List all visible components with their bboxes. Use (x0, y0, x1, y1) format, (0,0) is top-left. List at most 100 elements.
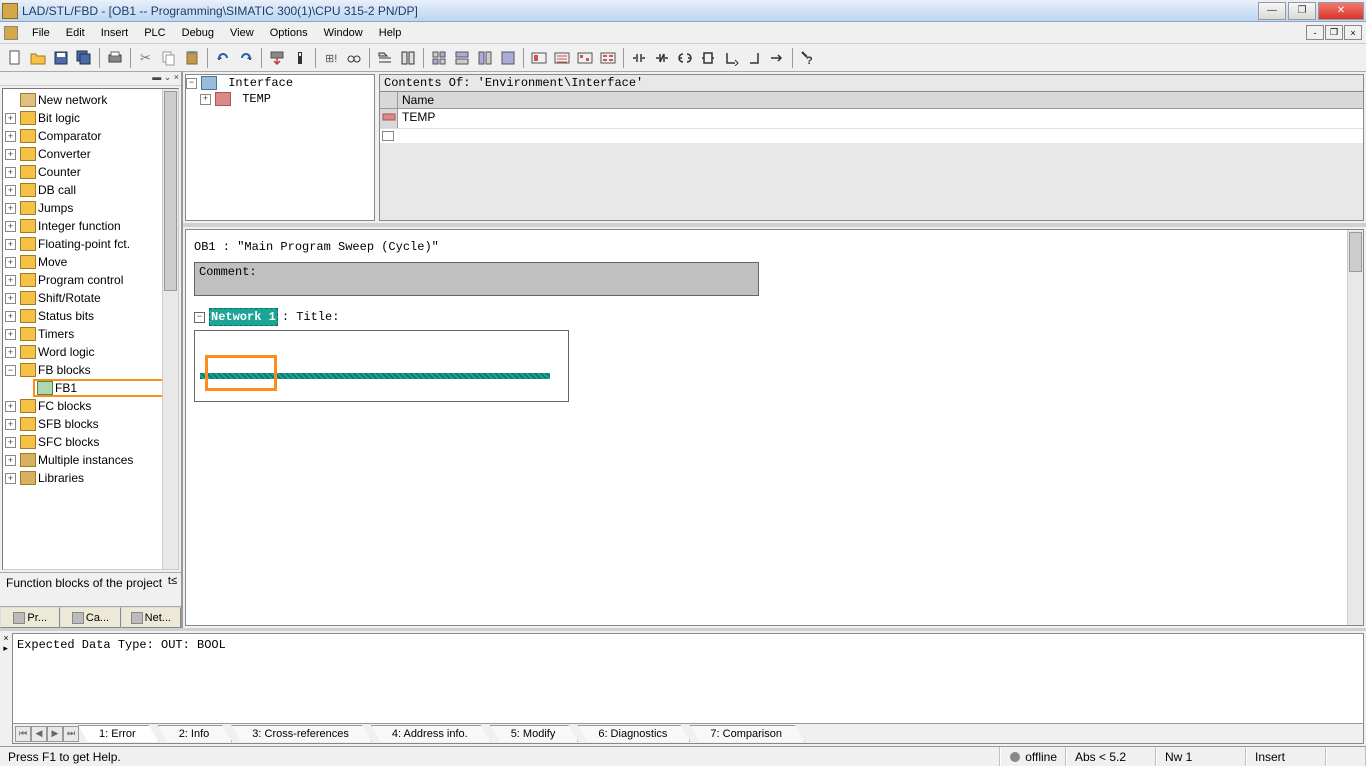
sidebar-scrollbar[interactable] (162, 89, 178, 569)
glasses-icon[interactable] (343, 47, 365, 69)
sidebar-item-counter[interactable]: + Counter (5, 163, 176, 181)
new-icon[interactable] (4, 47, 26, 69)
coil-icon[interactable] (674, 47, 696, 69)
tab-error[interactable]: 1: Error (78, 725, 159, 742)
menu-file[interactable]: File (24, 25, 58, 41)
net-grid-icon[interactable] (597, 47, 619, 69)
expand-icon[interactable]: + (5, 293, 16, 304)
expand-icon[interactable]: + (5, 329, 16, 340)
menu-debug[interactable]: Debug (174, 25, 222, 41)
empty-row-icon[interactable] (382, 131, 394, 141)
menu-plc[interactable]: PLC (136, 25, 173, 41)
menu-edit[interactable]: Edit (58, 25, 93, 41)
mdi-close[interactable]: × (1344, 25, 1362, 40)
grid1-icon[interactable] (428, 47, 450, 69)
cut-icon[interactable]: ✂ (135, 47, 157, 69)
save-icon[interactable] (50, 47, 72, 69)
sidebar-item-shift-rotate[interactable]: + Shift/Rotate (5, 289, 176, 307)
expand-icon[interactable]: + (5, 113, 16, 124)
tab-nav-first[interactable]: ⏮ (15, 726, 31, 742)
grid3-icon[interactable] (474, 47, 496, 69)
expand-icon[interactable]: + (5, 347, 16, 358)
block2-icon[interactable] (397, 47, 419, 69)
redo-icon[interactable] (235, 47, 257, 69)
expand-icon[interactable]: + (5, 185, 16, 196)
menu-options[interactable]: Options (262, 25, 316, 41)
close-button[interactable]: ✕ (1318, 2, 1364, 20)
sidebar-item-sfc-blocks[interactable]: + SFC blocks (5, 433, 176, 451)
sidebar-item-integer-function[interactable]: + Integer function (5, 217, 176, 235)
paste-icon[interactable] (181, 47, 203, 69)
grid2-icon[interactable] (451, 47, 473, 69)
tab-modify[interactable]: 5: Modify (490, 725, 579, 742)
expand-icon[interactable]: + (5, 401, 16, 412)
sidebar-item-program-control[interactable]: + Program control (5, 271, 176, 289)
collapse-icon[interactable]: − (186, 78, 197, 89)
restore-button[interactable]: ❐ (1288, 2, 1316, 20)
sidebar-item-fb-blocks[interactable]: − FB blocks (5, 361, 176, 379)
expand-icon[interactable]: + (5, 275, 16, 286)
net-blocks-icon[interactable] (574, 47, 596, 69)
collapse-icon[interactable]: − (5, 365, 16, 376)
sidebar-item-db-call[interactable]: + DB call (5, 181, 176, 199)
expand-icon[interactable]: + (200, 94, 211, 105)
contact-nc-icon[interactable] (651, 47, 673, 69)
sidebar-item-timers[interactable]: + Timers (5, 325, 176, 343)
sidebar-item-sfb-blocks[interactable]: + SFB blocks (5, 415, 176, 433)
sidebar-item-status-bits[interactable]: + Status bits (5, 307, 176, 325)
save-all-icon[interactable] (73, 47, 95, 69)
network-label[interactable]: Network 1 (209, 308, 278, 326)
monitor-icon[interactable] (289, 47, 311, 69)
editor-scrollbar[interactable] (1347, 230, 1363, 625)
expand-icon[interactable]: + (5, 419, 16, 430)
sidebar-tab-program[interactable]: Pr... (0, 607, 60, 628)
menu-view[interactable]: View (222, 25, 262, 41)
menu-insert[interactable]: Insert (93, 25, 137, 41)
block1-icon[interactable] (374, 47, 396, 69)
network-collapse-icon[interactable]: − (194, 312, 205, 323)
contact-no-icon[interactable] (628, 47, 650, 69)
mdi-restore[interactable]: ❐ (1325, 25, 1343, 40)
expand-icon[interactable]: + (5, 311, 16, 322)
tab-info[interactable]: 2: Info (158, 725, 233, 742)
tab-diag[interactable]: 6: Diagnostics (577, 725, 690, 742)
output-close-strip[interactable]: ×▸ (0, 631, 12, 746)
expand-icon[interactable]: + (5, 149, 16, 160)
box-icon[interactable] (697, 47, 719, 69)
conn-icon[interactable] (766, 47, 788, 69)
sidebar-item-converter[interactable]: + Converter (5, 145, 176, 163)
expand-icon[interactable]: + (5, 221, 16, 232)
tab-address[interactable]: 4: Address info. (371, 725, 491, 742)
branch-close-icon[interactable] (743, 47, 765, 69)
expand-icon[interactable]: + (5, 203, 16, 214)
open-icon[interactable] (27, 47, 49, 69)
sidebar-item-word-logic[interactable]: + Word logic (5, 343, 176, 361)
sidebar-item-multiple-instances[interactable]: + Multiple instances (5, 451, 176, 469)
sidebar-item-move[interactable]: + Move (5, 253, 176, 271)
sidebar-item-floating-point-fct-[interactable]: + Floating-point fct. (5, 235, 176, 253)
download-icon[interactable] (266, 47, 288, 69)
tab-nav-prev[interactable]: ◀ (31, 726, 47, 742)
minimize-button[interactable]: — (1258, 2, 1286, 20)
sidebar-tab-call[interactable]: Ca... (60, 607, 120, 628)
reset-icon[interactable]: t≤ (168, 575, 177, 587)
expand-icon[interactable]: + (5, 455, 16, 466)
expand-icon[interactable]: + (5, 131, 16, 142)
interface-tree[interactable]: − Interface + TEMP (185, 74, 375, 221)
interface-table[interactable]: Name TEMP (379, 92, 1364, 221)
expand-icon[interactable]: + (5, 473, 16, 484)
sidebar-item-new-network[interactable]: New network (5, 91, 176, 109)
expand-icon[interactable]: + (5, 437, 16, 448)
print-icon[interactable] (104, 47, 126, 69)
sidebar-tab-network[interactable]: Net... (121, 607, 181, 628)
tab-comparison[interactable]: 7: Comparison (689, 725, 805, 742)
ref-icon[interactable]: ⊞! (320, 47, 342, 69)
mdi-minimize[interactable]: - (1306, 25, 1324, 40)
branch-open-icon[interactable] (720, 47, 742, 69)
program-editor[interactable]: OB1 : "Main Program Sweep (Cycle)" Comme… (185, 229, 1364, 626)
sidebar-item-bit-logic[interactable]: + Bit logic (5, 109, 176, 127)
tab-nav-last[interactable]: ⏭ (63, 726, 79, 742)
tab-nav-next[interactable]: ▶ (47, 726, 63, 742)
comment-box[interactable]: Comment: (194, 262, 759, 296)
expand-icon[interactable]: + (5, 239, 16, 250)
